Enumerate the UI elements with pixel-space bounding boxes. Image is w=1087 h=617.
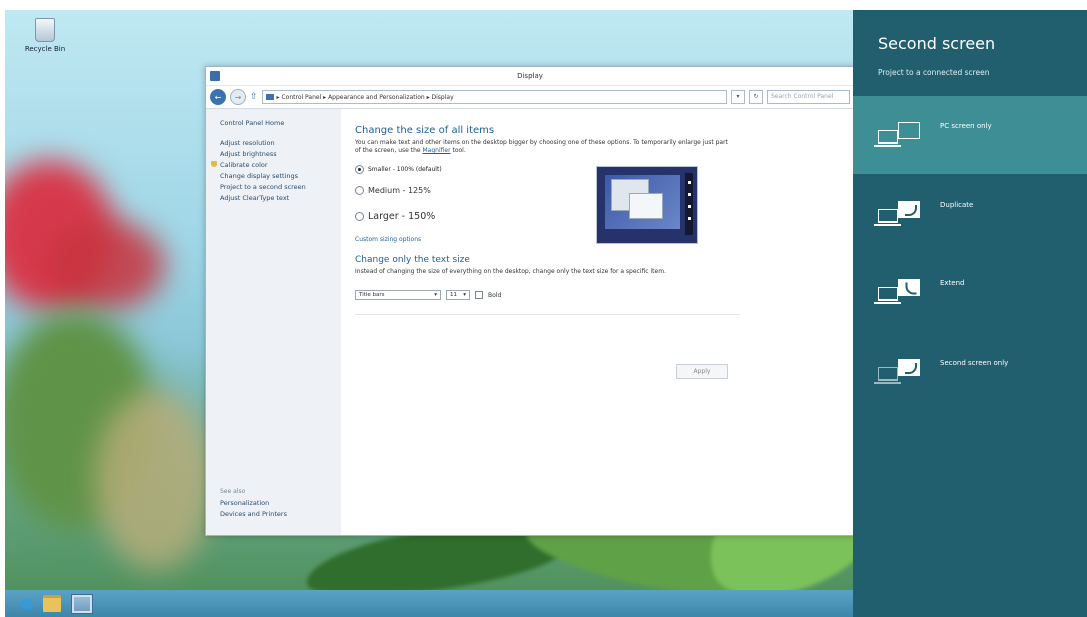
option-second-screen-only[interactable]: Second screen only: [853, 333, 1087, 411]
address-dropdown-button[interactable]: ▾: [731, 90, 745, 104]
font-size-value: 11: [450, 292, 457, 298]
recycle-bin-shortcut[interactable]: Recycle Bin: [15, 18, 75, 53]
internet-explorer-icon[interactable]: e: [21, 593, 33, 614]
chevron-down-icon: ▾: [434, 292, 437, 298]
text-size-heading: Change only the text size: [355, 255, 470, 265]
see-also-devices-printers-link[interactable]: Devices and Printers: [220, 510, 287, 518]
see-also-personalization-link[interactable]: Personalization: [220, 499, 287, 507]
search-input[interactable]: Search Control Panel: [767, 90, 850, 104]
option-extend[interactable]: Extend: [853, 253, 1087, 331]
window-titlebar[interactable]: Display: [206, 67, 854, 86]
control-panel-home-link[interactable]: Control Panel Home: [220, 119, 341, 127]
forward-button[interactable]: →: [230, 89, 246, 105]
sidebar-item-project-second-screen[interactable]: Project to a second screen: [220, 183, 341, 191]
control-panel-icon[interactable]: [71, 593, 94, 614]
sidebar-item-adjust-brightness[interactable]: Adjust brightness: [220, 150, 341, 158]
refresh-button[interactable]: ↻: [749, 90, 763, 104]
display-window: Display ← → ⇧ ▸ Control Panel ▸ Appearan…: [205, 66, 855, 536]
extend-icon: [874, 275, 932, 309]
text-size-description: Instead of changing the size of everythi…: [355, 268, 666, 275]
up-arrow-icon[interactable]: ⇧: [250, 92, 258, 102]
option-pc-screen-only[interactable]: PC screen only: [853, 96, 1087, 174]
recycle-bin-icon: [35, 18, 55, 42]
bold-label: Bold: [488, 291, 502, 299]
page-title: Change the size of all items: [355, 125, 495, 136]
main-content: Change the size of all items You can mak…: [341, 109, 854, 535]
radio-medium[interactable]: [355, 186, 364, 195]
address-bar[interactable]: ▸ Control Panel ▸ Appearance and Persona…: [261, 90, 727, 104]
text-size-controls: Title bars ▾ 11 ▾ Bold: [355, 290, 854, 300]
radio-smaller[interactable]: [355, 165, 364, 174]
display-preview-image: [596, 166, 698, 244]
font-size-select[interactable]: 11 ▾: [446, 290, 470, 300]
panel-title: Second screen: [878, 34, 996, 53]
description-text: You can make text and other items on the…: [355, 139, 728, 154]
sidebar-item-calibrate-color[interactable]: Calibrate color: [211, 161, 341, 169]
see-also-heading: See also: [220, 488, 246, 495]
recycle-bin-label: Recycle Bin: [24, 45, 66, 53]
option-larger-label: Larger - 150%: [368, 211, 436, 222]
sidebar-item-label: Calibrate color: [220, 161, 268, 169]
apply-button[interactable]: Apply: [676, 364, 728, 379]
control-panel-icon: [210, 71, 220, 81]
pc-screen-only-icon: [874, 118, 932, 152]
magnifier-link[interactable]: Magnifier: [423, 147, 451, 154]
divider: [355, 314, 740, 315]
second-screen-only-icon: [874, 355, 932, 389]
task-pane: Control Panel Home Adjust resolution Adj…: [206, 109, 341, 535]
window-title: Display: [517, 72, 543, 80]
option-second-screen-only-label: Second screen only: [940, 359, 1009, 367]
option-pc-screen-only-label: PC screen only: [940, 122, 992, 130]
file-explorer-icon[interactable]: [43, 595, 62, 612]
bold-checkbox[interactable]: [475, 291, 483, 299]
option-duplicate-label: Duplicate: [940, 201, 974, 209]
radio-larger[interactable]: [355, 212, 364, 221]
item-select[interactable]: Title bars ▾: [355, 290, 441, 300]
shield-icon: [211, 161, 217, 167]
option-duplicate[interactable]: Duplicate: [853, 175, 1087, 253]
sidebar-item-adjust-cleartype[interactable]: Adjust ClearType text: [220, 194, 341, 202]
navigation-bar: ← → ⇧ ▸ Control Panel ▸ Appearance and P…: [206, 86, 854, 109]
option-smaller-label: Smaller - 100% (default): [368, 166, 442, 173]
chevron-down-icon: ▾: [463, 292, 466, 298]
option-medium-label: Medium - 125%: [368, 186, 431, 195]
item-select-value: Title bars: [359, 292, 385, 298]
see-also-section: See also Personalization Devices and Pri…: [220, 488, 287, 521]
sidebar-item-change-display-settings[interactable]: Change display settings: [220, 172, 341, 180]
option-extend-label: Extend: [940, 279, 965, 287]
sidebar-item-adjust-resolution[interactable]: Adjust resolution: [220, 139, 341, 147]
taskbar: e: [5, 590, 853, 617]
back-button[interactable]: ←: [210, 89, 226, 105]
folder-icon: [265, 94, 274, 100]
screen: Recycle Bin Display ← → ⇧ ▸ Control Pane…: [0, 0, 1087, 617]
address-path: ▸ Control Panel ▸ Appearance and Persona…: [276, 93, 454, 101]
panel-subtitle: Project to a connected screen: [878, 68, 990, 77]
window-body: Control Panel Home Adjust resolution Adj…: [206, 109, 854, 535]
second-screen-panel: Second screen Project to a connected scr…: [853, 10, 1087, 617]
description-text-end: tool.: [450, 147, 466, 154]
page-description: You can make text and other items on the…: [355, 139, 735, 155]
duplicate-icon: [874, 197, 932, 231]
